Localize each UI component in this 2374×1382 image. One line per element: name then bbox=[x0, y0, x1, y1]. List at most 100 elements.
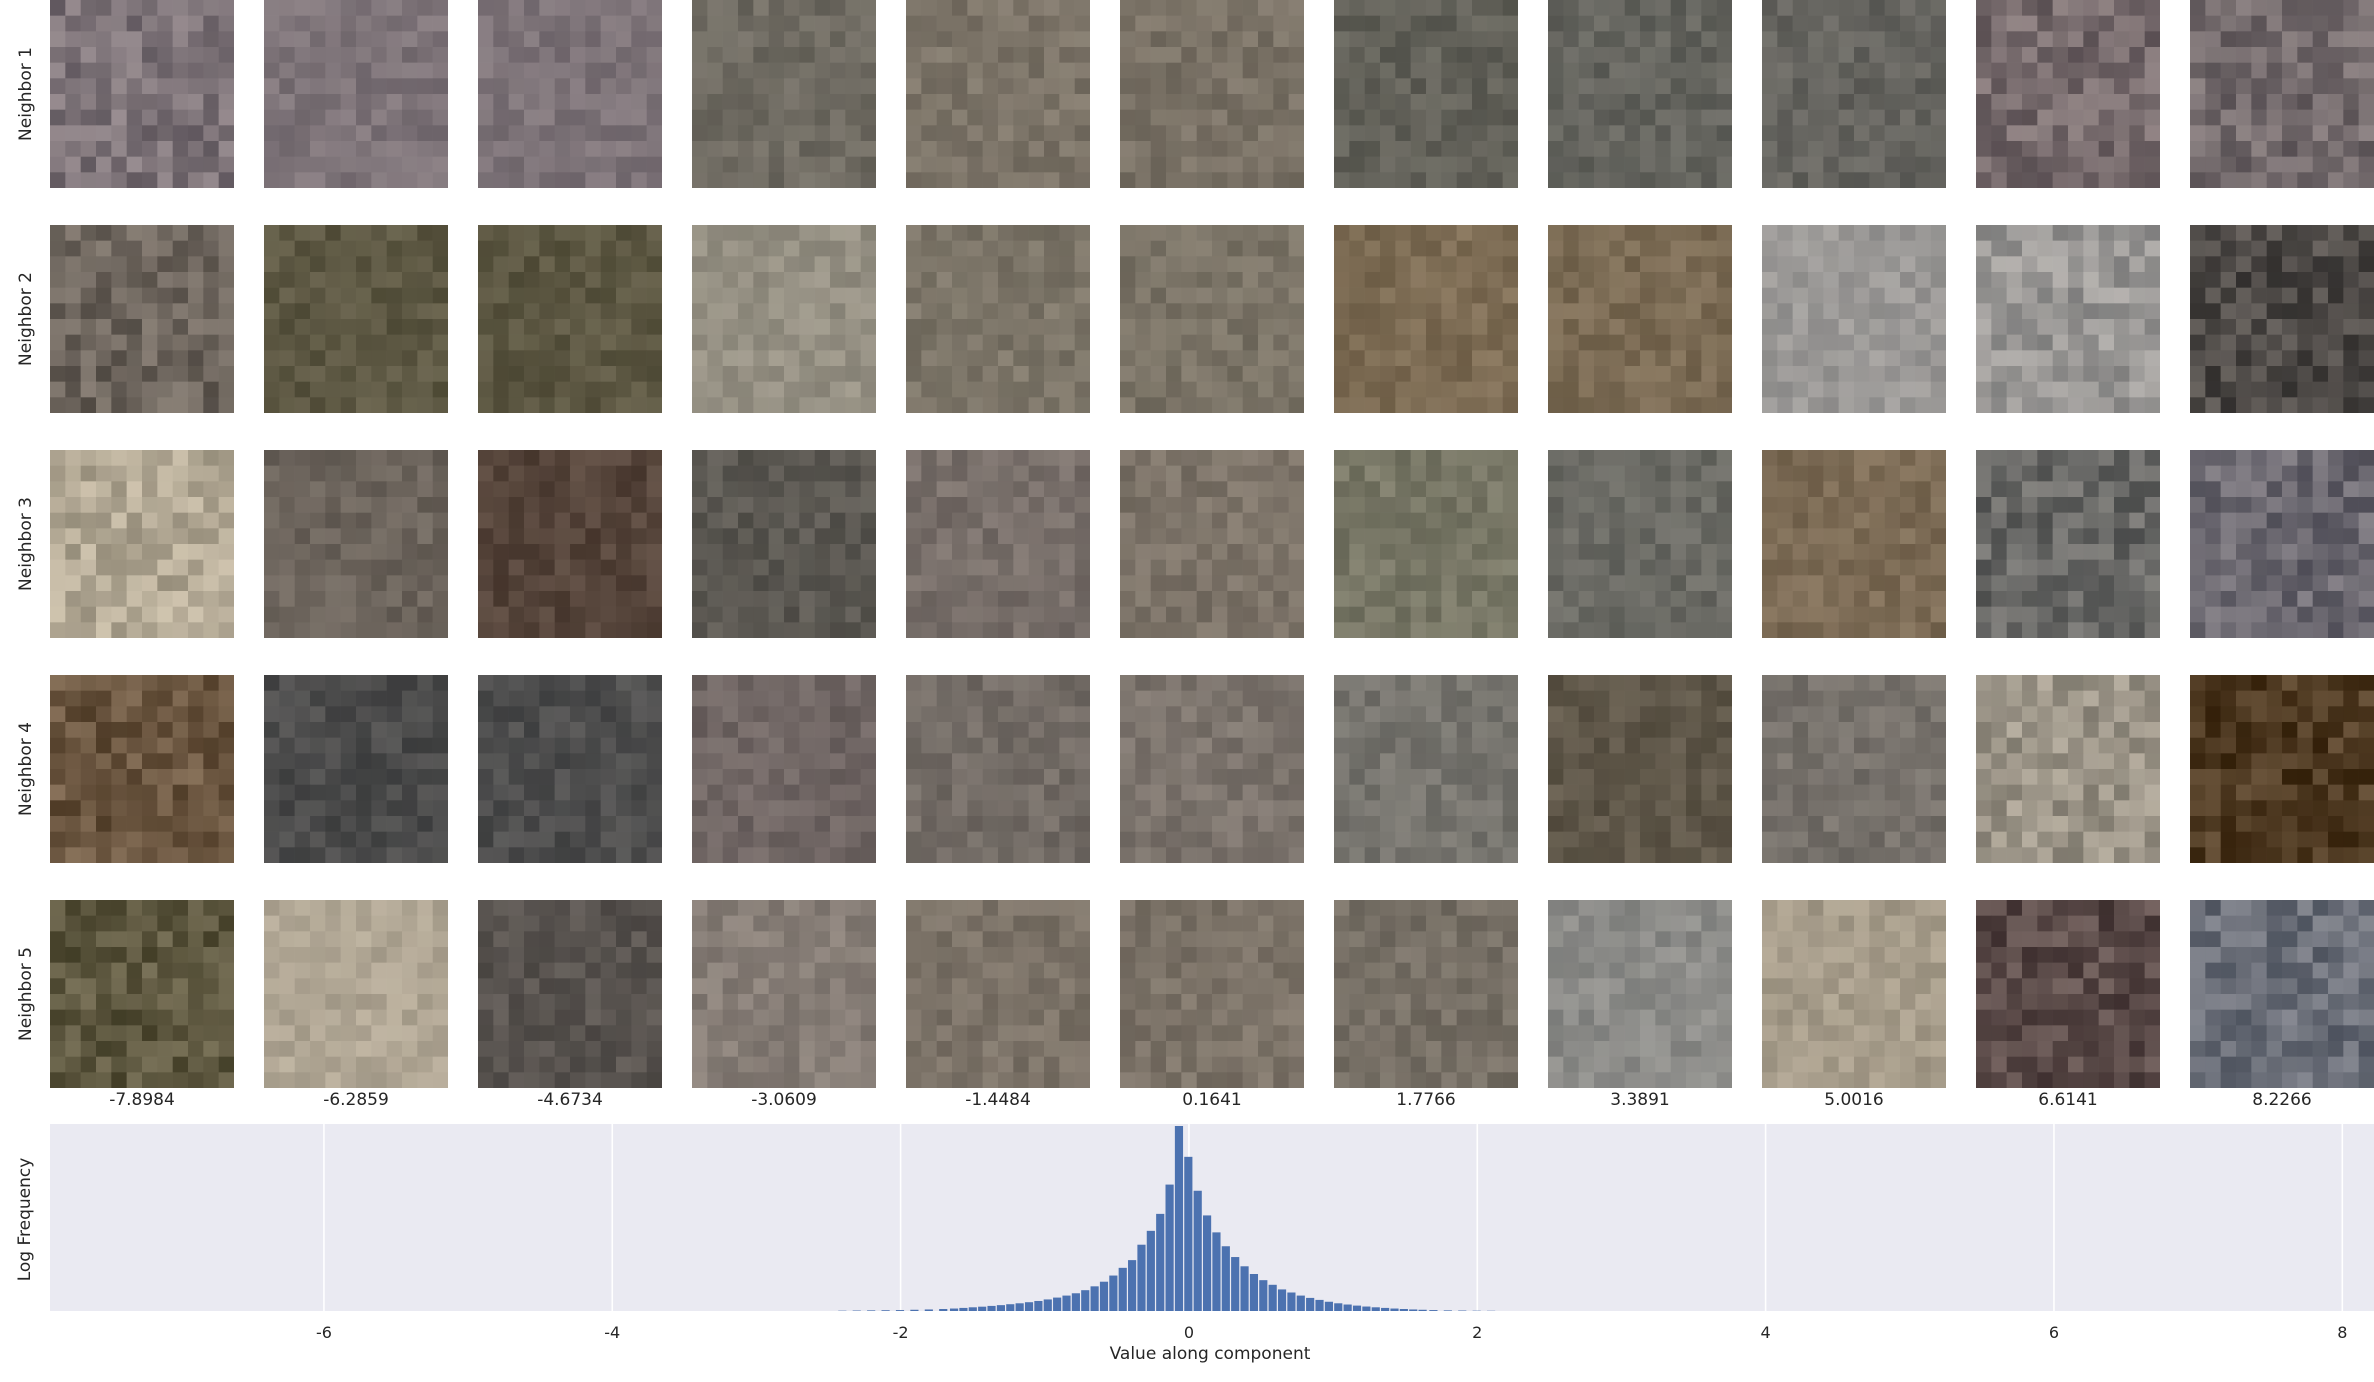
histogram-bar bbox=[1128, 1260, 1137, 1311]
column-value-label: 8.2266 bbox=[2252, 1090, 2312, 1110]
column-value-label: -6.2859 bbox=[323, 1090, 389, 1110]
column-value-label: -3.0609 bbox=[751, 1090, 817, 1110]
neighbor-patch-r1-c9 bbox=[1762, 0, 1946, 188]
x-tick-label: 2 bbox=[1472, 1323, 1482, 1342]
neighbor-patch-r5-c10 bbox=[1976, 900, 2160, 1088]
x-tick-label: 4 bbox=[1761, 1323, 1771, 1342]
histogram-bar bbox=[1306, 1297, 1315, 1311]
histogram-bar bbox=[987, 1305, 996, 1311]
neighbor-patch-r4-c3 bbox=[478, 675, 662, 863]
neighbor-patch-r5-c6 bbox=[1120, 900, 1304, 1088]
histogram-bar bbox=[1231, 1257, 1240, 1311]
neighbor-patch-r3-c3 bbox=[478, 450, 662, 638]
histogram-bar bbox=[1381, 1307, 1390, 1311]
neighbor-patch-r1-c10 bbox=[1976, 0, 2160, 188]
neighbor-patch-r4-c10 bbox=[1976, 675, 2160, 863]
neighbor-patch-r4-c5 bbox=[906, 675, 1090, 863]
histogram-bar bbox=[1362, 1306, 1371, 1311]
plot-background bbox=[50, 1124, 2374, 1311]
histogram-bar bbox=[1174, 1126, 1184, 1311]
neighbor-patch-r1-c11 bbox=[2190, 0, 2374, 188]
histogram-bar bbox=[924, 1309, 933, 1311]
x-tick-label: 6 bbox=[2049, 1323, 2059, 1342]
histogram-bar bbox=[1418, 1309, 1427, 1311]
histogram-bar bbox=[1090, 1286, 1099, 1311]
y-axis-label: Log Frequency bbox=[15, 1158, 35, 1282]
row-label-text: Neighbor 4 bbox=[16, 722, 36, 816]
histogram-bar bbox=[1343, 1304, 1352, 1311]
neighbor-patch-r3-c7 bbox=[1334, 450, 1518, 638]
neighbor-patch-r2-c7 bbox=[1334, 225, 1518, 413]
histogram-bar bbox=[1352, 1305, 1362, 1311]
histogram-bar bbox=[895, 1310, 905, 1311]
neighbor-image-grid: Neighbor 1 Neighbor 2 Neighbor 3 Neighbor 4… bbox=[0, 0, 2374, 1120]
neighbor-patch-r2-c9 bbox=[1762, 225, 1946, 413]
neighbor-patch-r5-c7 bbox=[1334, 900, 1518, 1088]
neighbor-patch-r5-c2 bbox=[264, 900, 448, 1088]
column-value-label: -1.4484 bbox=[965, 1090, 1031, 1110]
histogram-bar bbox=[910, 1309, 919, 1311]
neighbor-patch-r5-c5 bbox=[906, 900, 1090, 1088]
histogram-bar bbox=[1399, 1308, 1408, 1311]
neighbor-patch-r5-c9 bbox=[1762, 900, 1946, 1088]
neighbor-patch-r5-c8 bbox=[1548, 900, 1732, 1088]
histogram-bar bbox=[1024, 1302, 1034, 1311]
row-label-text: Neighbor 2 bbox=[16, 272, 36, 366]
neighbor-patch-r4-c6 bbox=[1120, 675, 1304, 863]
histogram-bar bbox=[1202, 1215, 1212, 1311]
neighbor-patch-r5-c4 bbox=[692, 900, 876, 1088]
row-label-text: Neighbor 1 bbox=[16, 47, 36, 141]
column-value-label: -4.6734 bbox=[537, 1090, 603, 1110]
x-tick-label: -2 bbox=[893, 1323, 909, 1342]
column-value-label: 3.3891 bbox=[1610, 1090, 1670, 1110]
column-value-label: 5.0016 bbox=[1824, 1090, 1884, 1110]
neighbor-patch-r1-c4 bbox=[692, 0, 876, 188]
x-tick-label: 8 bbox=[2337, 1323, 2347, 1342]
column-value-label: 1.7766 bbox=[1396, 1090, 1456, 1110]
neighbor-patch-r3-c9 bbox=[1762, 450, 1946, 638]
histogram-bar bbox=[1315, 1299, 1324, 1311]
x-tick-label: -6 bbox=[316, 1323, 332, 1342]
neighbor-patch-r4-c8 bbox=[1548, 675, 1732, 863]
histogram-bar bbox=[1296, 1295, 1305, 1311]
column-value-label: 0.1641 bbox=[1182, 1090, 1242, 1110]
histogram-bar bbox=[939, 1308, 948, 1311]
histogram-bar bbox=[1043, 1299, 1052, 1311]
histogram-bar bbox=[867, 1310, 876, 1311]
neighbor-patch-r1-c6 bbox=[1120, 0, 1304, 188]
histogram-bar bbox=[1099, 1281, 1109, 1311]
histogram-bar bbox=[949, 1308, 959, 1311]
neighbor-patch-r2-c1 bbox=[50, 225, 234, 413]
histogram-bar bbox=[1015, 1303, 1024, 1311]
histogram-bar bbox=[1390, 1308, 1399, 1311]
histogram-bar bbox=[1249, 1274, 1259, 1311]
histogram-bar bbox=[1137, 1244, 1146, 1311]
histogram-bar bbox=[1071, 1293, 1080, 1311]
histogram-bar bbox=[1193, 1190, 1202, 1311]
neighbor-patch-r1-c2 bbox=[264, 0, 448, 188]
histogram-bar bbox=[978, 1306, 987, 1311]
histogram-bar bbox=[1156, 1213, 1165, 1311]
row-label-text: Neighbor 3 bbox=[16, 497, 36, 591]
log-frequency-histogram: -6 -4 -2 0 2 4 6 8 Value along component Log Freq… bbox=[15, 1124, 2374, 1364]
histogram-bar bbox=[1334, 1303, 1343, 1311]
neighbor-patch-r4-c11 bbox=[2190, 675, 2374, 863]
histogram-bar bbox=[1429, 1310, 1438, 1311]
histogram-bar bbox=[1371, 1307, 1380, 1311]
neighbor-patch-r3-c5 bbox=[906, 450, 1090, 638]
neighbor-patch-r5-c3 bbox=[478, 900, 662, 1088]
histogram-bar bbox=[1443, 1310, 1452, 1311]
histogram-bar bbox=[1118, 1267, 1127, 1311]
histogram-bar bbox=[1184, 1156, 1193, 1311]
neighbor-patch-r2-c3 bbox=[478, 225, 662, 413]
neighbor-patch-r3-c8 bbox=[1548, 450, 1732, 638]
neighbor-patch-r3-c1 bbox=[50, 450, 234, 638]
column-value-label: 6.6141 bbox=[2038, 1090, 2098, 1110]
neighbor-patch-r2-c10 bbox=[1976, 225, 2160, 413]
neighbor-patch-r3-c6 bbox=[1120, 450, 1304, 638]
neighbor-patch-r4-c2 bbox=[264, 675, 448, 863]
histogram-bar bbox=[1165, 1184, 1174, 1311]
histogram-bar bbox=[1109, 1275, 1118, 1311]
histogram-bar bbox=[996, 1305, 1005, 1311]
histogram-bar bbox=[1409, 1309, 1418, 1311]
